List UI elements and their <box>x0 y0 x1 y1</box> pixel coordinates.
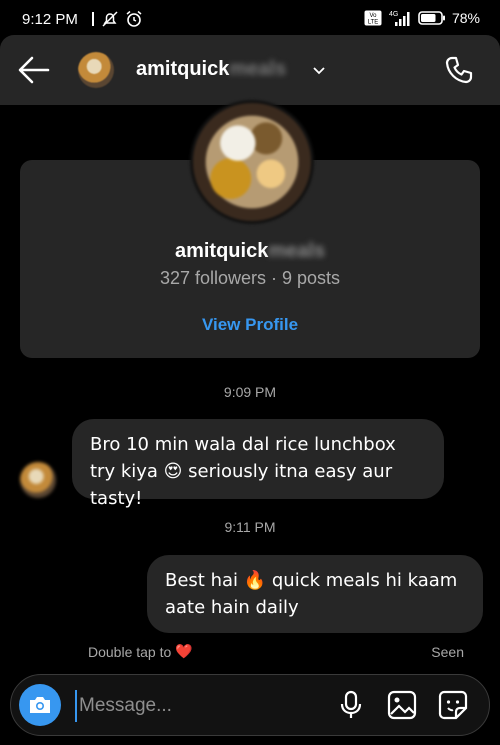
message-timestamp: 9:09 PM <box>223 384 277 400</box>
message-input[interactable] <box>75 690 311 722</box>
gallery-button[interactable] <box>387 690 417 725</box>
phone-icon <box>445 56 473 84</box>
message-timestamp: 9:11 PM <box>224 519 276 535</box>
heart-icon: ❤️ <box>175 644 193 660</box>
mute-notification-icon <box>101 10 119 28</box>
gallery-icon <box>387 690 417 720</box>
status-right-group: Vo LTE 4G 78% <box>364 10 480 26</box>
view-profile-button[interactable]: View Profile <box>20 315 480 335</box>
alarm-icon <box>125 10 143 28</box>
battery-icon <box>418 11 446 25</box>
status-time: 9:12 PM <box>22 11 78 28</box>
status-left-icons <box>92 10 143 28</box>
svg-text:Vo: Vo <box>369 13 377 19</box>
chevron-down-icon[interactable] <box>312 63 326 81</box>
header-username-blurred: meals <box>229 58 287 80</box>
signal-icon: 4G <box>388 10 412 26</box>
call-button[interactable] <box>444 55 474 90</box>
seen-status: Seen <box>431 644 464 660</box>
camera-icon <box>30 697 50 713</box>
camera-button[interactable] <box>19 684 61 726</box>
card-username: amitquickmeals <box>20 240 480 263</box>
double-tap-hint: Double tap to ❤️ <box>88 644 193 660</box>
card-username-visible: amitquick <box>174 240 269 262</box>
header-username-visible: amitquick <box>136 58 230 80</box>
incoming-message[interactable]: Bro 10 min wala dal rice lunchbox try ki… <box>72 419 444 509</box>
microphone-icon <box>340 690 362 718</box>
double-tap-text: Double tap to <box>88 644 172 660</box>
header-username[interactable]: amitquickmeals <box>136 58 286 81</box>
outgoing-message[interactable]: Best hai 🔥 quick meals hi kaam aate hain… <box>147 555 483 633</box>
message-composer <box>10 674 490 736</box>
sticker-button[interactable] <box>438 690 468 725</box>
profile-stats: 327 followers · 9 posts <box>159 268 341 288</box>
sticker-icon <box>438 690 468 720</box>
card-username-blurred: meals <box>268 240 326 262</box>
profile-photo[interactable] <box>190 100 314 224</box>
svg-text:4G: 4G <box>389 11 398 18</box>
microphone-button[interactable] <box>339 690 363 725</box>
battery-percent: 78% <box>451 10 480 26</box>
message-text: Best hai 🔥 quick meals hi kaam aate hain… <box>165 570 458 618</box>
back-arrow-icon <box>18 56 50 84</box>
message-text: Bro 10 min wala dal rice lunchbox try ki… <box>90 434 396 509</box>
header-avatar[interactable] <box>78 52 114 88</box>
sender-avatar[interactable] <box>20 462 56 498</box>
volte-icon: Vo LTE <box>364 10 382 26</box>
svg-text:LTE: LTE <box>368 20 379 26</box>
chat-header: amitquickmeals <box>0 35 500 105</box>
back-button[interactable] <box>18 55 52 85</box>
separator-icon <box>92 11 95 27</box>
